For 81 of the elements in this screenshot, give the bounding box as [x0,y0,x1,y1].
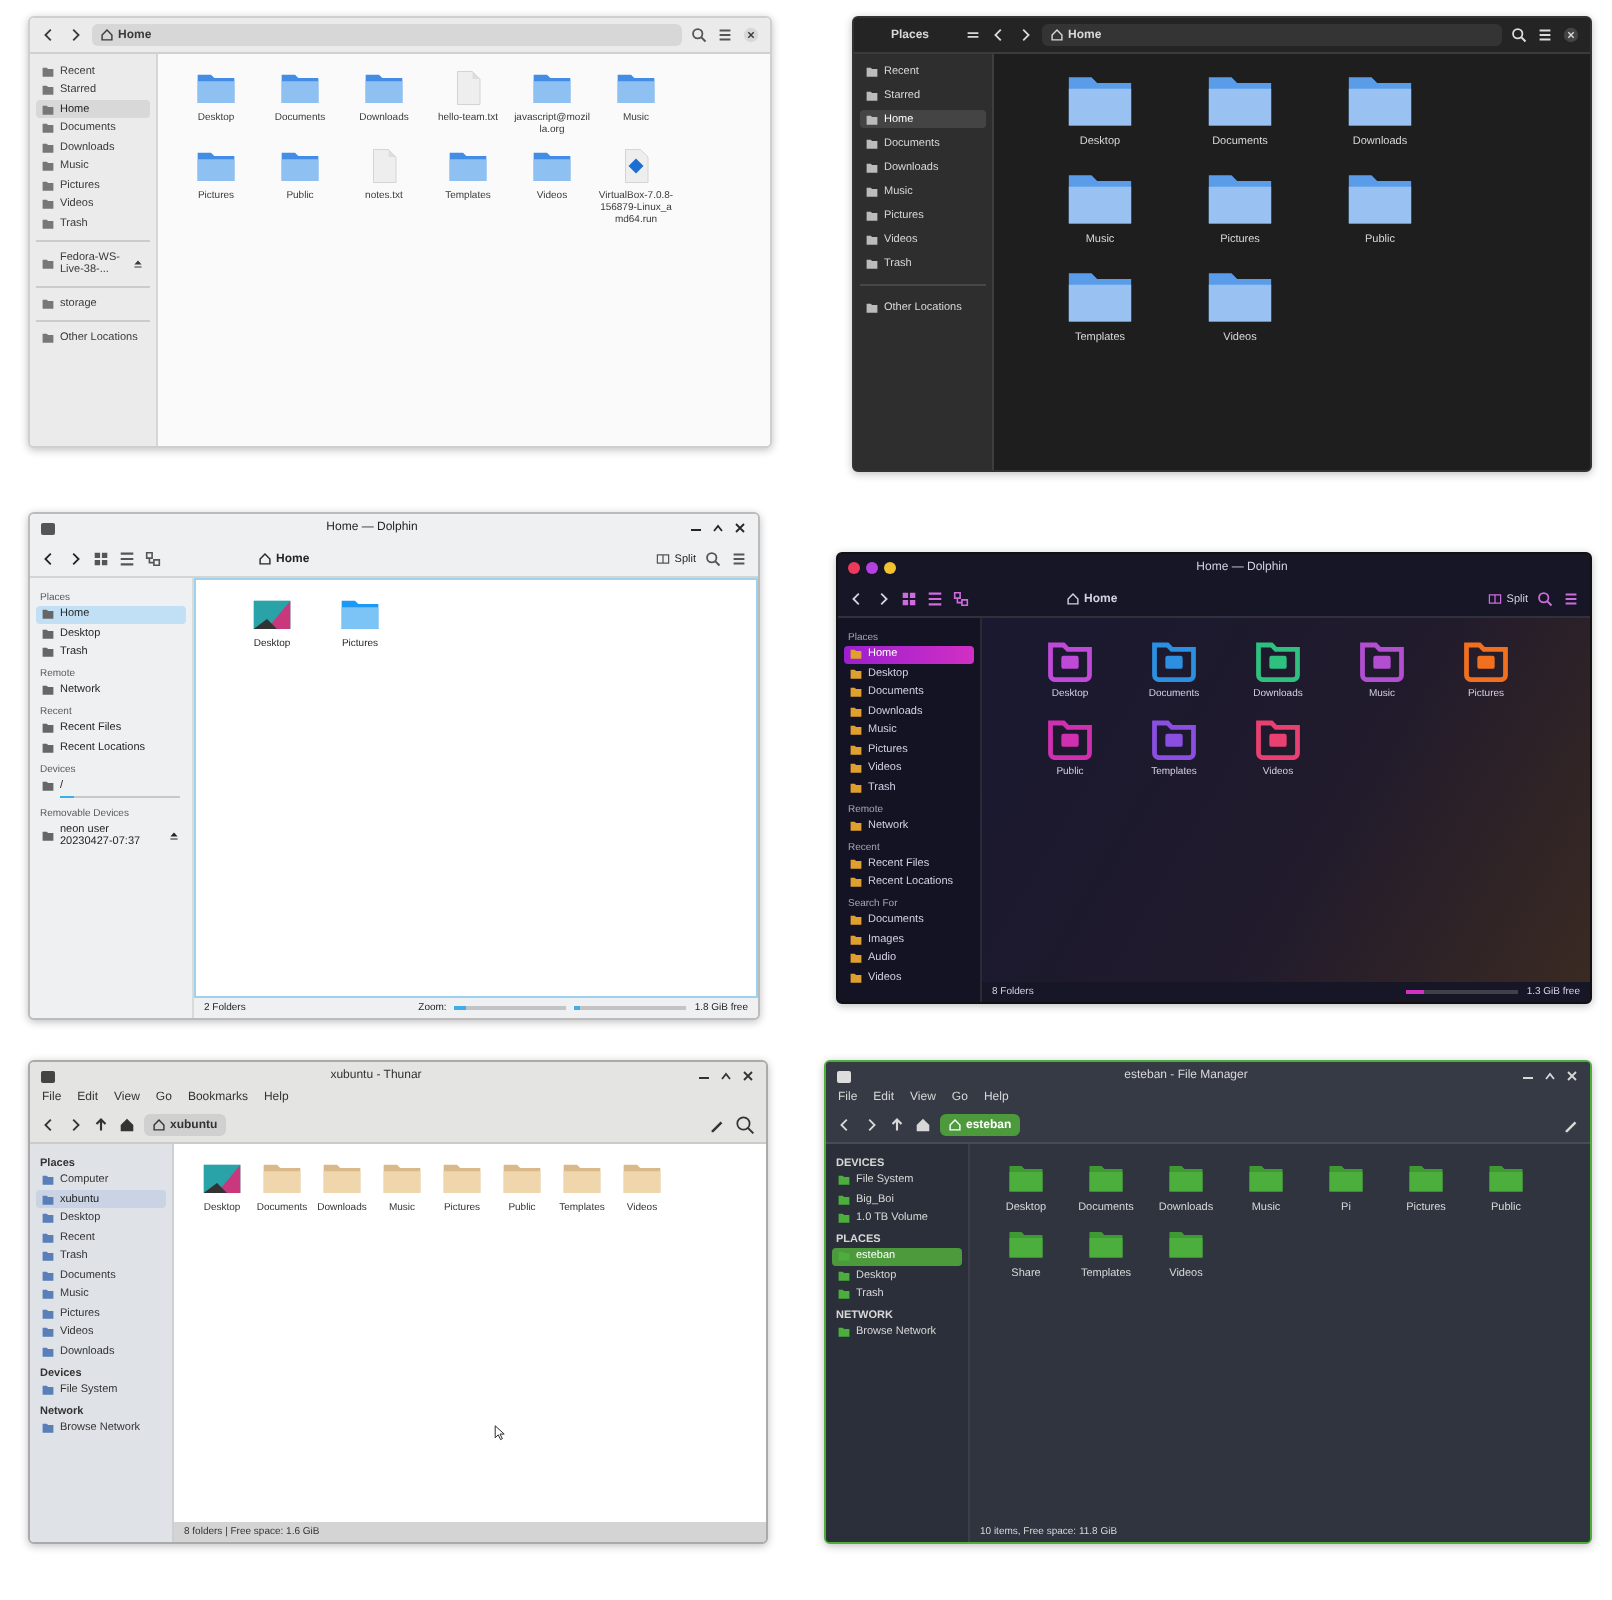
app-icon [836,1068,852,1084]
folder-icon [616,70,656,106]
folder-icon [280,70,320,106]
folder-icon [1008,1160,1044,1196]
folder-icon [532,70,572,106]
folder-icon [42,1421,54,1433]
maximize-button[interactable] [866,562,878,574]
home-icon [100,28,114,42]
folder-icon [42,1383,54,1395]
folder-icon [1168,1160,1204,1196]
search-icon[interactable] [734,1114,756,1136]
close-icon[interactable] [732,520,748,536]
home-icon [1050,28,1064,42]
folder-icon [1488,1160,1524,1196]
home-icon [948,1118,962,1132]
folder-icon [448,148,488,184]
maximize-icon[interactable] [1542,1068,1558,1084]
folder-icon [1328,1160,1364,1196]
edit-icon[interactable] [708,1116,726,1134]
home-icon [152,1118,166,1132]
home-icon [258,552,272,566]
image-thumbnail [252,596,292,632]
folder-icon [1088,1226,1124,1262]
view-tree-icon[interactable] [144,550,162,568]
folder-icon [1168,1226,1204,1262]
folder-icon [42,331,54,343]
folder-icon [532,148,572,184]
folder-icon [322,1160,362,1196]
app-icon [40,520,56,536]
maximize-icon[interactable] [718,1068,734,1084]
app-icon [40,1068,56,1084]
folder-icon [1008,1226,1044,1262]
folder-icon [1088,1160,1124,1196]
folder-icon [42,829,54,841]
folder-icon [364,70,404,106]
folder-icon [1408,1160,1444,1196]
menu-icon[interactable] [730,550,748,568]
close-icon[interactable] [740,1068,756,1084]
folder-icon [42,297,54,309]
split-view-icon [1488,592,1503,606]
folder-icon [562,1160,602,1196]
folder-icon [262,1160,302,1196]
folder-icon [502,1160,542,1196]
view-grid-icon[interactable] [900,590,918,608]
up-icon[interactable] [92,1116,110,1134]
folder-icon [866,301,878,313]
split-view-icon [656,552,671,566]
view-list-icon[interactable] [118,550,136,568]
folder-icon [42,684,54,696]
close-icon[interactable] [742,26,760,44]
view-list-icon[interactable] [926,590,944,608]
folder-icon [42,257,54,269]
minimize-button[interactable] [884,562,896,574]
menu-icon[interactable] [964,26,982,44]
folder-icon [196,70,236,106]
maximize-icon[interactable] [710,520,726,536]
view-tree-icon[interactable] [952,590,970,608]
folder-icon [42,779,54,791]
folder-icon [280,148,320,184]
search-icon[interactable] [1510,26,1528,44]
folder-icon [838,1326,850,1338]
menu-icon[interactable] [716,26,734,44]
menu-icon[interactable] [1562,590,1580,608]
close-icon[interactable] [1562,26,1580,44]
folder-icon [1248,1160,1284,1196]
home-icon [1066,592,1080,606]
folder-icon [382,1160,422,1196]
image-thumbnail [202,1160,242,1196]
search-icon[interactable] [690,26,708,44]
search-icon[interactable] [1536,590,1554,608]
folder-icon [850,819,862,831]
close-button[interactable] [848,562,860,574]
search-icon[interactable] [704,550,722,568]
edit-icon[interactable] [1562,1116,1580,1134]
eject-icon[interactable] [168,829,180,841]
folder-icon [340,596,380,632]
folder-icon [622,1160,662,1196]
folder-icon [442,1160,482,1196]
eject-icon[interactable] [132,257,144,269]
view-grid-icon[interactable] [92,550,110,568]
folder-icon [196,148,236,184]
